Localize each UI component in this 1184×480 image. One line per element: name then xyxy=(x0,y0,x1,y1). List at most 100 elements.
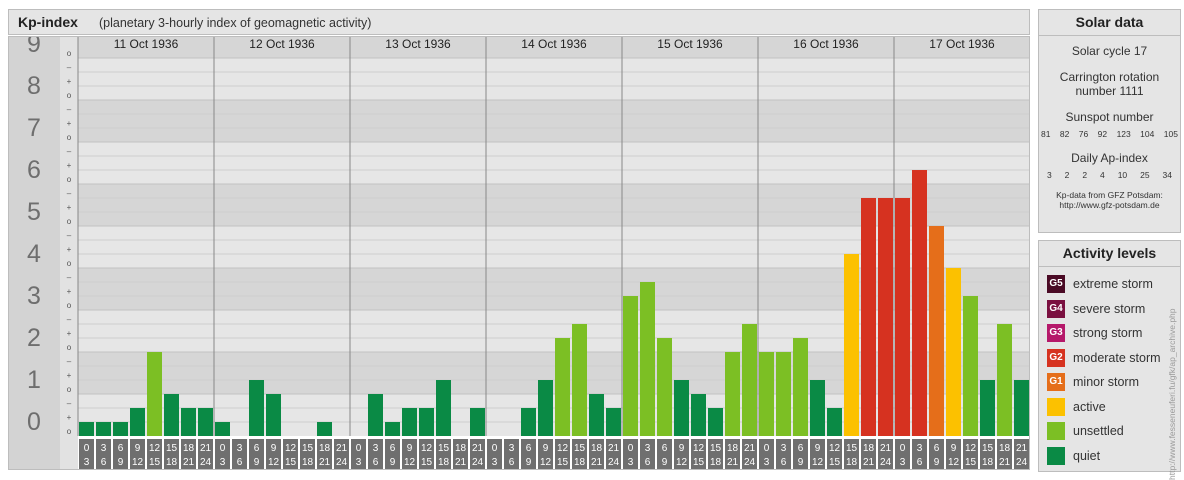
interval-end-label: 24 xyxy=(608,457,620,468)
kp-bar xyxy=(929,226,944,436)
ap-value: 25 xyxy=(1140,170,1150,180)
interval-end-label: 21 xyxy=(999,457,1011,468)
interval-end-label: 6 xyxy=(509,457,515,468)
interval-start-label: 21 xyxy=(472,443,484,454)
kp-bar xyxy=(861,197,876,436)
kp-bar xyxy=(436,380,451,436)
ap-value: 34 xyxy=(1162,170,1172,180)
interval-end-label: 9 xyxy=(118,457,124,468)
ap-value: 2 xyxy=(1064,170,1070,180)
interval-start-label: 12 xyxy=(557,443,569,454)
kp-bar xyxy=(572,323,587,436)
interval-start-label: 18 xyxy=(727,443,739,454)
interval-start-label: 12 xyxy=(829,443,841,454)
interval-start-label: 18 xyxy=(319,443,331,454)
interval-end-label: 3 xyxy=(764,457,770,468)
level-label: active xyxy=(1073,399,1106,414)
interval-start-label: 21 xyxy=(608,443,620,454)
carrington-rotation-number: number 1111 xyxy=(1075,84,1144,98)
interval-start-label: 18 xyxy=(863,443,875,454)
minor-tick-label: o xyxy=(67,91,72,100)
sunspot-numbers: 81 82 76 92 123 104 105 xyxy=(1039,129,1180,139)
y-tick-label: 0 xyxy=(27,408,41,436)
interval-start-label: 6 xyxy=(934,443,940,454)
kp-bar xyxy=(742,323,757,436)
kp-bar xyxy=(708,407,723,436)
minor-tick-label: o xyxy=(67,259,72,268)
interval-end-label: 12 xyxy=(540,457,552,468)
ap-value: 4 xyxy=(1100,170,1105,180)
interval-end-label: 15 xyxy=(149,457,161,468)
interval-start-label: 15 xyxy=(982,443,994,454)
sunspot-value: 105 xyxy=(1163,129,1178,139)
level-label: extreme storm xyxy=(1073,277,1153,291)
kp-bar xyxy=(776,352,791,436)
kp-bar xyxy=(470,407,485,436)
interval-end-label: 18 xyxy=(438,457,450,468)
minor-tick-label: + xyxy=(67,371,72,380)
kp-bar xyxy=(674,380,689,436)
interval-start-label: 0 xyxy=(764,443,770,454)
activity-level-item: active xyxy=(1047,397,1106,417)
level-swatch: G5 xyxy=(1047,275,1065,293)
interval-end-label: 3 xyxy=(900,457,906,468)
interval-start-label: 21 xyxy=(1016,443,1028,454)
sunspot-value: 76 xyxy=(1078,129,1089,139)
data-source-link[interactable]: http://www.gfz-potsdam.de xyxy=(1039,200,1180,210)
day-label: 13 Oct 1936 xyxy=(385,37,451,51)
y-tick-label: 6 xyxy=(27,156,41,184)
interval-end-label: 18 xyxy=(302,457,314,468)
interval-end-label: 3 xyxy=(220,457,226,468)
minor-tick-label: – xyxy=(67,273,72,282)
interval-start-label: 21 xyxy=(336,443,348,454)
day-label: 15 Oct 1936 xyxy=(657,37,723,51)
interval-start-label: 12 xyxy=(965,443,977,454)
interval-end-label: 6 xyxy=(373,457,379,468)
kp-bar xyxy=(521,407,536,436)
minor-tick-label: + xyxy=(67,203,72,212)
interval-start-label: 9 xyxy=(679,443,685,454)
interval-start-label: 12 xyxy=(421,443,433,454)
kp-bar xyxy=(997,323,1012,436)
y-tick-label: 9 xyxy=(27,36,41,58)
activity-level-item: G4 severe storm xyxy=(1047,299,1145,319)
interval-end-label: 9 xyxy=(662,457,668,468)
kp-bar xyxy=(980,380,995,436)
day-label: 11 Oct 1936 xyxy=(114,37,179,51)
interval-end-label: 12 xyxy=(132,457,144,468)
interval-end-label: 9 xyxy=(526,457,532,468)
kp-bar xyxy=(215,422,230,436)
interval-end-label: 3 xyxy=(628,457,634,468)
interval-end-label: 24 xyxy=(744,457,756,468)
interval-end-label: 21 xyxy=(591,457,603,468)
level-swatch xyxy=(1047,397,1065,416)
sunspot-label: Sunspot number xyxy=(1065,110,1154,124)
interval-end-label: 15 xyxy=(693,457,705,468)
interval-start-label: 9 xyxy=(543,443,549,454)
interval-start-label: 21 xyxy=(200,443,212,454)
level-swatch: G4 xyxy=(1047,299,1065,318)
kp-bar xyxy=(419,407,434,436)
kp-bar xyxy=(402,407,417,436)
y-tick-label: 2 xyxy=(27,324,41,352)
interval-end-label: 24 xyxy=(200,457,212,468)
kp-bar xyxy=(844,254,859,436)
kp-bar xyxy=(1014,380,1029,436)
activity-level-item: G2 moderate storm xyxy=(1047,348,1161,368)
interval-end-label: 12 xyxy=(812,457,824,468)
data-source-label: Kp-data from GFZ Potsdam: xyxy=(1056,190,1163,200)
kp-bar xyxy=(130,407,145,436)
interval-end-label: 15 xyxy=(421,457,433,468)
interval-end-label: 15 xyxy=(285,457,297,468)
interval-end-label: 18 xyxy=(166,457,178,468)
interval-start-label: 18 xyxy=(999,443,1011,454)
interval-end-label: 18 xyxy=(710,457,722,468)
interval-start-label: 12 xyxy=(285,443,297,454)
ap-value: 10 xyxy=(1117,170,1128,180)
ap-index-label: Daily Ap-index xyxy=(1071,151,1148,165)
kp-bar xyxy=(827,407,842,436)
interval-start-label: 6 xyxy=(254,443,260,454)
minor-tick-label: + xyxy=(67,119,72,128)
interval-start-label: 0 xyxy=(356,443,362,454)
kp-bar xyxy=(793,338,808,436)
